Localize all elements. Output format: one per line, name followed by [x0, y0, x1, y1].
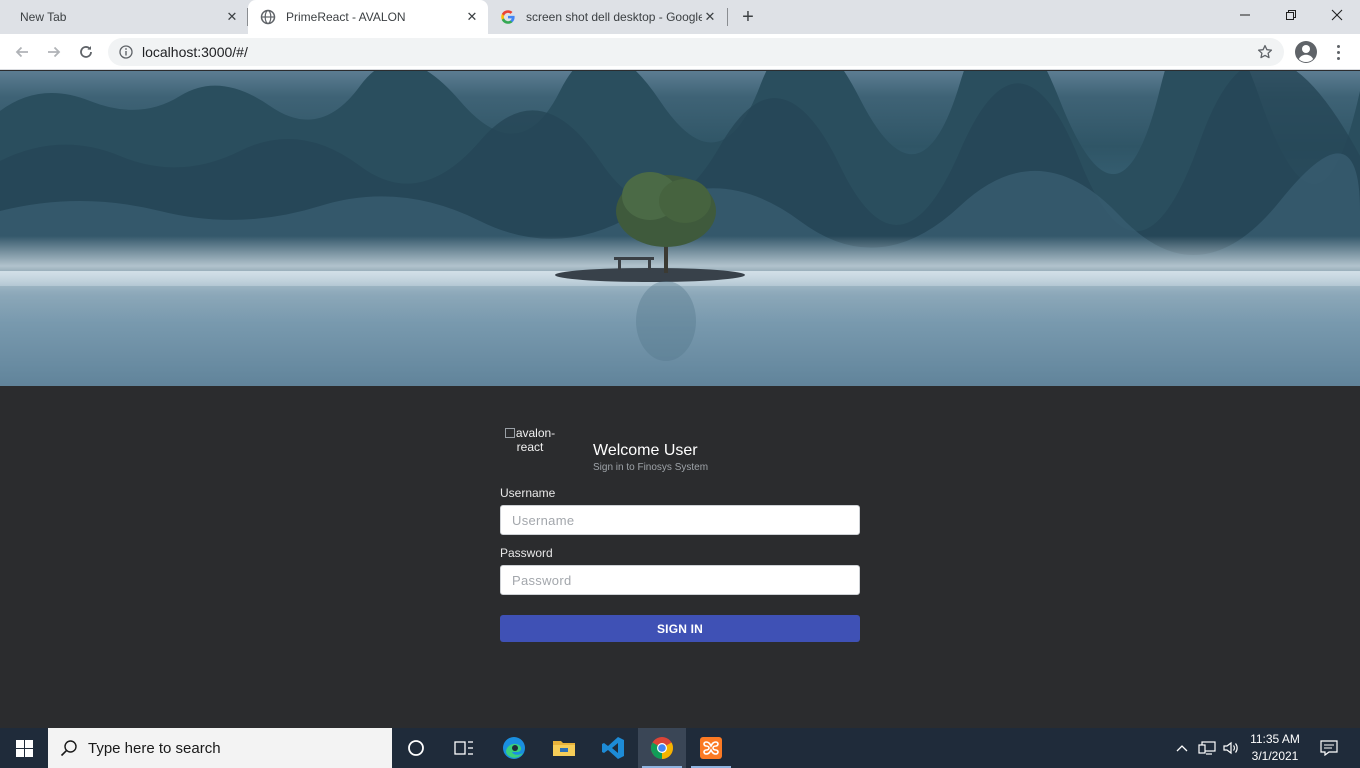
profile-avatar-icon[interactable] — [1294, 40, 1318, 64]
windows-start-icon[interactable] — [0, 728, 48, 768]
vscode-icon[interactable] — [589, 728, 637, 768]
clock-date: 3/1/2021 — [1251, 749, 1299, 763]
google-icon — [500, 9, 516, 25]
tab-separator — [727, 8, 728, 26]
chrome-icon[interactable] — [638, 728, 686, 768]
search-placeholder: Type here to search — [88, 739, 221, 757]
welcome-heading: Welcome User — [593, 442, 698, 459]
action-center-icon[interactable] — [1314, 728, 1344, 768]
volume-icon[interactable] — [1220, 728, 1242, 768]
close-tab-icon[interactable]: ✕ — [464, 9, 480, 25]
close-tab-icon[interactable]: ✕ — [224, 9, 240, 25]
tab-title: PrimeReact - AVALON — [286, 10, 406, 24]
tab-title: screen shot dell desktop - Google — [526, 10, 702, 24]
clock-time: 11:35 AM — [1250, 732, 1300, 746]
minimize-icon[interactable] — [1222, 0, 1268, 30]
tab-primereact-avalon[interactable]: PrimeReact - AVALON ✕ — [248, 0, 488, 34]
login-form: avalon-react Welcome User Sign in to Fin… — [500, 426, 860, 642]
windows-taskbar: Type here to search 11:35 AM 3/1/2021 — [0, 728, 1360, 768]
login-header: avalon-react Welcome User Sign in to Fin… — [500, 426, 860, 474]
url-text: localhost:3000/#/ — [142, 44, 248, 60]
browser-menu-icon[interactable] — [1330, 40, 1346, 64]
site-info-icon[interactable] — [118, 44, 134, 60]
sign-in-button[interactable]: SIGN IN — [500, 615, 860, 642]
network-icon[interactable] — [1196, 728, 1218, 768]
close-window-icon[interactable] — [1314, 0, 1360, 30]
task-view-icon[interactable] — [440, 728, 488, 768]
logo-alt-text: avalon-react — [515, 426, 556, 454]
edge-icon[interactable] — [490, 728, 538, 768]
search-icon — [60, 739, 78, 757]
tab-title: New Tab — [20, 10, 67, 24]
xampp-icon[interactable] — [687, 728, 735, 768]
browser-tab-strip: New Tab ✕ PrimeReact - AVALON ✕ screen s… — [0, 0, 1360, 34]
password-label: Password — [500, 546, 553, 560]
logo-image: avalon-react — [500, 426, 560, 454]
globe-icon — [260, 9, 276, 25]
system-clock[interactable]: 11:35 AM 3/1/2021 — [1246, 731, 1304, 765]
password-input[interactable] — [500, 565, 860, 595]
broken-image-icon — [504, 428, 515, 438]
back-arrow-icon[interactable] — [8, 38, 36, 66]
file-explorer-icon[interactable] — [540, 728, 588, 768]
username-input[interactable] — [500, 505, 860, 535]
close-tab-icon[interactable]: ✕ — [702, 9, 718, 25]
restore-icon[interactable] — [1268, 0, 1314, 30]
tab-google-search[interactable]: screen shot dell desktop - Google ✕ — [488, 0, 726, 34]
taskbar-search-box[interactable]: Type here to search — [48, 728, 392, 768]
cortana-icon[interactable] — [392, 728, 440, 768]
tab-new-tab[interactable]: New Tab ✕ — [8, 0, 248, 34]
address-bar[interactable]: localhost:3000/#/ — [108, 38, 1284, 66]
welcome-subtitle: Sign in to Finosys System — [593, 462, 709, 473]
browser-toolbar: localhost:3000/#/ — [0, 34, 1360, 70]
hero-lake-image — [0, 71, 1360, 386]
bookmark-star-icon[interactable] — [1256, 43, 1274, 61]
show-hidden-icons-chevron-icon[interactable] — [1172, 728, 1192, 768]
new-tab-button[interactable]: + — [736, 5, 760, 29]
username-label: Username — [500, 486, 556, 500]
reload-icon[interactable] — [72, 38, 100, 66]
forward-arrow-icon[interactable] — [40, 38, 68, 66]
